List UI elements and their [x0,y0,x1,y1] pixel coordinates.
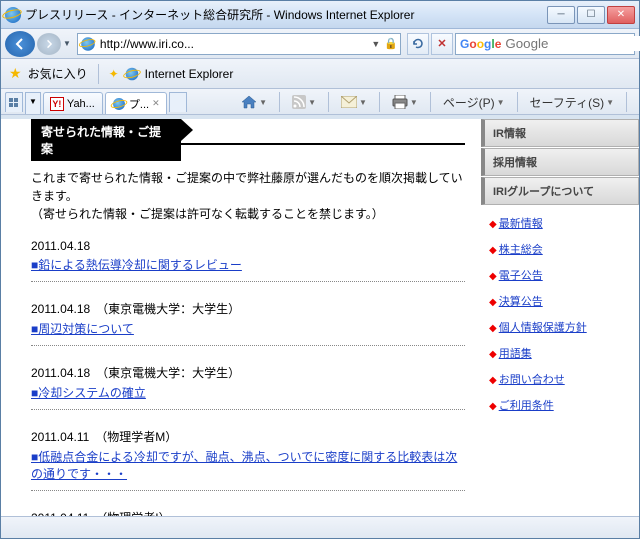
sidebar-link[interactable]: 決算公告 [499,296,543,308]
sidebar-link[interactable]: ご利用条件 [499,400,554,412]
tab-label: Yah... [67,98,95,110]
sidebar-link[interactable]: お問い合わせ [499,374,565,386]
titlebar: プレスリリース - インターネット総合研究所 - Windows Interne… [1,1,639,29]
favorites-bar: ★ お気に入り ✦ Internet Explorer [1,59,639,89]
bullet-icon: ◆ [489,297,497,308]
sidebar-link-item: ◆株主総会 [489,241,631,257]
news-entry: 2011.04.18 ■鉛による熱伝導冷却に関するレビュー [31,239,465,282]
print-button[interactable]: ▼ [386,92,424,112]
bullet-icon: ◆ [489,219,497,230]
google-logo-icon: Google [460,37,501,51]
ie-bookmark-icon [125,67,138,80]
url-input[interactable] [96,37,367,51]
new-tab-button[interactable] [169,92,187,112]
tab-list-dropdown[interactable]: ▼ [25,92,41,114]
entry-divider [31,345,465,346]
tab-bar: ▼ Y! Yah... プ... ✕ ▼ ▼ [1,89,639,115]
browser-window: プレスリリース - インターネット総合研究所 - Windows Interne… [0,0,640,539]
entry-link[interactable]: ■周辺対策について [31,322,134,336]
nav-dropdown-icon[interactable]: ▼ [63,39,71,48]
sidebar-link-item: ◆用語集 [489,345,631,361]
main-column: 寄せられた情報・ご提案 これまで寄せられた情報・ご提案の中で弊社藤原が選んだもの… [1,119,481,516]
address-dropdown-icon[interactable]: ▼ [367,39,384,49]
sidebar-link-item: ◆ご利用条件 [489,397,631,413]
stop-button[interactable]: ✕ [431,33,453,55]
news-entry: 2011.04.18 （東京電機大学：大学生） ■冷却システムの確立 [31,364,465,410]
sidebar-tab[interactable]: IR情報 [481,119,639,147]
tab-close-icon[interactable]: ✕ [152,98,160,109]
sidebar-link[interactable]: 株主総会 [499,244,543,256]
tab-press-release[interactable]: プ... ✕ [105,92,167,114]
news-entry: 2011.04.11 （物理学者I）■私の専門は、原子核物理実験ですが、気が付い… [31,509,465,516]
bullet-icon: ◆ [489,401,497,412]
entry-divider [31,281,465,282]
news-entry: 2011.04.11 （物理学者M） ■低融点合金による冷却ですが、融点、沸点、つ… [31,428,465,491]
tab-label: プ... [129,96,149,112]
maximize-button[interactable]: ☐ [577,6,605,24]
ie-icon [5,7,21,23]
back-button[interactable] [5,31,35,57]
navbar: ▼ ▼ 🔒 ✕ Google [1,29,639,59]
news-entry: 2011.04.18 （東京電機大学：大学生） ■周辺対策について [31,300,465,346]
entry-date: 2011.04.18 （東京電機大学：大学生） [31,364,465,381]
bullet-icon: ◆ [489,245,497,256]
section-heading: 寄せられた情報・ご提案 [31,119,181,161]
quick-tabs-button[interactable] [5,92,23,112]
bullet-icon: ◆ [489,349,497,360]
entry-link[interactable]: ■冷却システムの確立 [31,386,146,400]
read-mail-button[interactable]: ▼ [335,93,373,111]
forward-button[interactable] [37,33,61,55]
page-content: 寄せられた情報・ご提案 これまで寄せられた情報・ご提案の中で弊社藤原が選んだもの… [1,115,639,516]
bookmark-ie[interactable]: Internet Explorer [145,67,234,81]
sidebar-link[interactable]: 用語集 [499,348,532,360]
page-menu[interactable]: ページ(P)▼ [437,91,511,114]
safety-menu[interactable]: セーフティ(S)▼ [524,91,620,114]
tab-yahoo[interactable]: Y! Yah... [43,92,103,114]
sidebar-link-item: ◆最新情報 [489,215,631,231]
entry-divider [31,409,465,410]
entry-divider [31,490,465,491]
favorites-label[interactable]: お気に入り [28,65,88,82]
sidebar-tab[interactable]: IRIグループについて [481,177,639,205]
entry-date: 2011.04.11 （物理学者M） [31,428,465,445]
feeds-button[interactable]: ▼ [286,92,322,112]
minimize-button[interactable]: ─ [547,6,575,24]
bullet-icon: ◆ [489,375,497,386]
sidebar-link-item: ◆個人情報保護方針 [489,319,631,335]
sidebar-link-item: ◆決算公告 [489,293,631,309]
sidebar: IR情報採用情報IRIグループについて ◆最新情報◆株主総会◆電子公告◆決算公告… [481,119,639,516]
entry-date: 2011.04.11 （物理学者I） [31,509,465,516]
entry-link[interactable]: ■低融点合金による冷却ですが、融点、沸点、ついでに密度に関する比較表は次の通りで… [31,450,457,481]
sidebar-link[interactable]: 個人情報保護方針 [499,322,587,334]
tab-favicon [113,98,125,110]
section-intro: これまで寄せられた情報・ご提案の中で弊社藤原が選んだものを順次掲載していきます。… [31,169,465,223]
yahoo-favicon: Y! [50,97,64,111]
ssl-lock-icon: 🔒 [384,37,398,50]
suggested-sites-icon[interactable]: ✦ [109,67,119,81]
search-input[interactable] [505,36,640,51]
bullet-icon: ◆ [489,271,497,282]
sidebar-link[interactable]: 電子公告 [499,270,543,282]
site-favicon [81,37,95,51]
address-bar[interactable]: ▼ 🔒 [77,33,401,55]
bullet-icon: ◆ [489,323,497,334]
favorites-star-icon[interactable]: ★ [9,65,22,82]
sidebar-link-item: ◆お問い合わせ [489,371,631,387]
sidebar-link-item: ◆電子公告 [489,267,631,283]
entry-date: 2011.04.18 [31,239,465,253]
search-bar[interactable]: Google [455,33,635,55]
entry-date: 2011.04.18 （東京電機大学：大学生） [31,300,465,317]
window-title: プレスリリース - インターネット総合研究所 - Windows Interne… [25,6,547,23]
sidebar-tab[interactable]: 採用情報 [481,148,639,176]
entry-link[interactable]: ■鉛による熱伝導冷却に関するレビュー [31,258,242,272]
home-button[interactable]: ▼ [235,92,273,112]
sidebar-link[interactable]: 最新情報 [499,218,543,230]
close-button[interactable]: ✕ [607,6,635,24]
status-bar [1,516,639,538]
refresh-button[interactable] [407,33,429,55]
